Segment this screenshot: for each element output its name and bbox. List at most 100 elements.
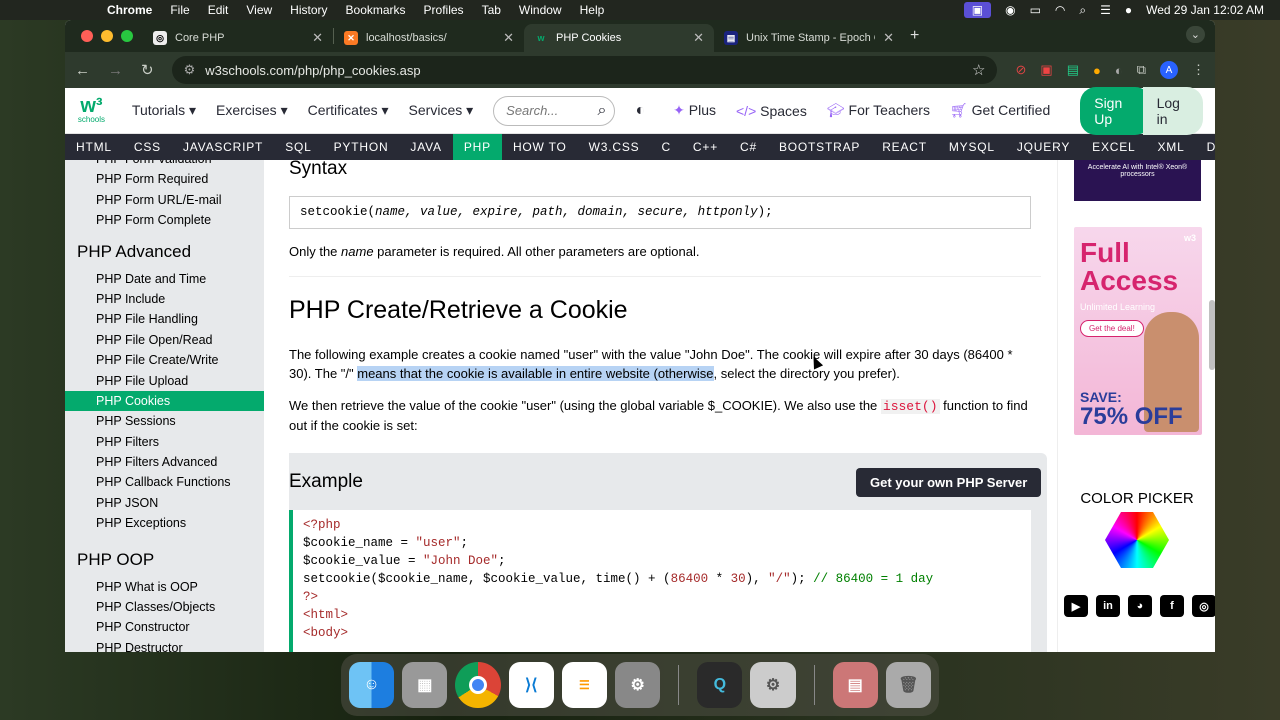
tab-epoch[interactable]: ▤ Unix Time Stamp - Epoch Co ✕ [714, 24, 904, 52]
close-tab-icon[interactable]: ✕ [312, 30, 323, 46]
nav-tutorials[interactable]: Tutorials ▾ [132, 102, 196, 119]
color-picker-hexagon[interactable] [1105, 512, 1169, 568]
menu-history[interactable]: History [290, 3, 327, 17]
sidebar-item-filters-advanced[interactable]: PHP Filters Advanced [65, 452, 264, 472]
sidebar-item-callback-functions[interactable]: PHP Callback Functions [65, 472, 264, 492]
topic-javascript[interactable]: JAVASCRIPT [172, 134, 274, 160]
linkedin-icon[interactable]: in [1096, 595, 1120, 617]
minimize-window-button[interactable] [101, 30, 113, 42]
nav-certificates[interactable]: Certificates ▾ [308, 102, 389, 119]
get-php-server-button[interactable]: Get your own PHP Server [856, 468, 1042, 497]
menu-help[interactable]: Help [580, 3, 605, 17]
system-settings-icon[interactable]: ⚙ [615, 662, 661, 708]
menu-window[interactable]: Window [519, 3, 562, 17]
menu-edit[interactable]: Edit [208, 3, 229, 17]
siri-icon[interactable]: ● [1125, 3, 1132, 17]
sidebar-item-form-url-email[interactable]: PHP Form URL/E-mail [65, 190, 264, 210]
reload-icon[interactable]: ↻ [141, 61, 154, 79]
extension-1-icon[interactable]: ⊘ [1015, 62, 1026, 78]
omnibox[interactable]: ⚙ w3schools.com/php/php_cookies.asp ☆ [171, 56, 998, 84]
sidebar-item-cookies[interactable]: PHP Cookies [65, 390, 264, 412]
trash-icon[interactable]: 🗑︎ [885, 662, 931, 708]
topic-c[interactable]: C [650, 134, 681, 160]
topic-jquery[interactable]: JQUERY [1006, 134, 1081, 160]
sidebar-item-filters[interactable]: PHP Filters [65, 432, 264, 452]
tab-core-php[interactable]: ◎ Core PHP ✕ [143, 24, 333, 52]
close-tab-icon[interactable]: ✕ [503, 30, 514, 46]
menu-file[interactable]: File [170, 3, 189, 17]
sidebar-item-file-upload[interactable]: PHP File Upload [65, 371, 264, 391]
ad-deal-button[interactable]: Get the deal! [1080, 320, 1144, 337]
close-tab-icon[interactable]: ✕ [883, 30, 894, 46]
topic-csharp[interactable]: C# [729, 134, 768, 160]
menu-tab[interactable]: Tab [482, 3, 501, 17]
tab-php-cookies[interactable]: w PHP Cookies ✕ [524, 24, 714, 52]
close-window-button[interactable] [81, 30, 93, 42]
extension-2-icon[interactable]: ▣ [1040, 62, 1052, 78]
site-info-icon[interactable]: ⚙ [184, 62, 196, 78]
topic-python[interactable]: PYTHON [323, 134, 400, 160]
topic-mysql[interactable]: MYSQL [938, 134, 1006, 160]
menu-bookmarks[interactable]: Bookmarks [346, 3, 406, 17]
facebook-icon[interactable]: f [1160, 595, 1184, 617]
sidebar-item-file-open-read[interactable]: PHP File Open/Read [65, 330, 264, 350]
menu-profiles[interactable]: Profiles [424, 3, 464, 17]
full-access-ad[interactable]: w3 Full Access Unlimited Learning Get the… [1074, 227, 1202, 435]
quicktime-icon[interactable]: Q [697, 662, 743, 708]
topic-bootstrap[interactable]: BOOTSTRAP [768, 134, 871, 160]
wifi-icon[interactable]: ◠ [1055, 3, 1065, 17]
close-tab-icon[interactable]: ✕ [693, 30, 704, 46]
datetime[interactable]: Wed 29 Jan 12:02 AM [1146, 3, 1264, 17]
topic-php[interactable]: PHP [452, 134, 502, 160]
back-icon[interactable]: ← [75, 62, 90, 79]
topic-w3css[interactable]: W3.CSS [578, 134, 651, 160]
screen-share-icon[interactable]: ▣ [963, 2, 992, 18]
nav-plus[interactable]: ✦ Plus [673, 102, 716, 119]
url-text[interactable]: w3schools.com/php/php_cookies.asp [205, 63, 962, 78]
zoom-window-button[interactable] [121, 30, 133, 42]
nav-services[interactable]: Services ▾ [409, 102, 474, 119]
sidebar-item-form-required[interactable]: PHP Form Required [65, 169, 264, 189]
spotlight-icon[interactable]: ⌕ [1079, 3, 1086, 18]
youtube-icon[interactable]: ▶ [1064, 595, 1088, 617]
sidebar-item-form-complete[interactable]: PHP Form Complete [65, 210, 264, 230]
sidebar-item-destructor[interactable]: PHP Destructor [65, 638, 264, 652]
topic-xml[interactable]: XML [1147, 134, 1196, 160]
topic-sql[interactable]: SQL [274, 134, 322, 160]
profile-avatar[interactable]: A [1160, 61, 1178, 79]
extensions-puzzle-icon[interactable]: ⧉ [1137, 62, 1146, 78]
extension-4-icon[interactable]: ● [1093, 63, 1101, 78]
topic-java[interactable]: JAVA [399, 134, 452, 160]
page-scrollbar[interactable] [1209, 300, 1215, 370]
tab-search-icon[interactable]: ⌄ [1185, 26, 1205, 43]
settings-gear-icon[interactable]: ⚙ [750, 662, 796, 708]
nav-exercises[interactable]: Exercises ▾ [216, 102, 288, 119]
topic-html[interactable]: HTML [65, 134, 123, 160]
signup-button[interactable]: Sign Up [1080, 86, 1151, 135]
forward-icon[interactable]: → [108, 62, 123, 79]
dark-mode-icon[interactable]: ◐ [635, 102, 645, 120]
chrome-icon[interactable] [455, 662, 501, 708]
sidebar-item-file-handling[interactable]: PHP File Handling [65, 309, 264, 329]
vscode-icon[interactable]: ⟩⟨ [508, 662, 554, 708]
sidebar-item-file-create-write[interactable]: PHP File Create/Write [65, 350, 264, 370]
sidebar-item-sessions[interactable]: PHP Sessions [65, 411, 264, 431]
sidebar-item-form-validation[interactable]: PHP Form Validation [65, 160, 264, 169]
launchpad-icon[interactable]: ▦ [402, 662, 448, 708]
sidebar-item-exceptions[interactable]: PHP Exceptions [65, 513, 264, 533]
login-button[interactable]: Log in [1142, 86, 1204, 135]
new-tab-icon[interactable]: + [910, 27, 919, 45]
example-code[interactable]: <?php $cookie_name = "user"; $cookie_val… [289, 510, 1031, 652]
tab-localhost[interactable]: ✕ localhost/basics/ ✕ [334, 24, 524, 52]
record-icon[interactable]: ◉ [1005, 3, 1015, 17]
menu-app[interactable]: Chrome [107, 3, 152, 17]
topic-react[interactable]: REACT [871, 134, 938, 160]
sidebar-item-date-time[interactable]: PHP Date and Time [65, 269, 264, 289]
extension-5-icon[interactable]: ◐ [1115, 63, 1123, 78]
menu-view[interactable]: View [246, 3, 272, 17]
sidebar-item-json[interactable]: PHP JSON [65, 493, 264, 513]
search-input[interactable]: Search... ⌕ [493, 95, 616, 126]
topic-excel[interactable]: EXCEL [1081, 134, 1146, 160]
topic-css[interactable]: CSS [123, 134, 172, 160]
extension-3-icon[interactable]: ▤ [1067, 62, 1079, 78]
